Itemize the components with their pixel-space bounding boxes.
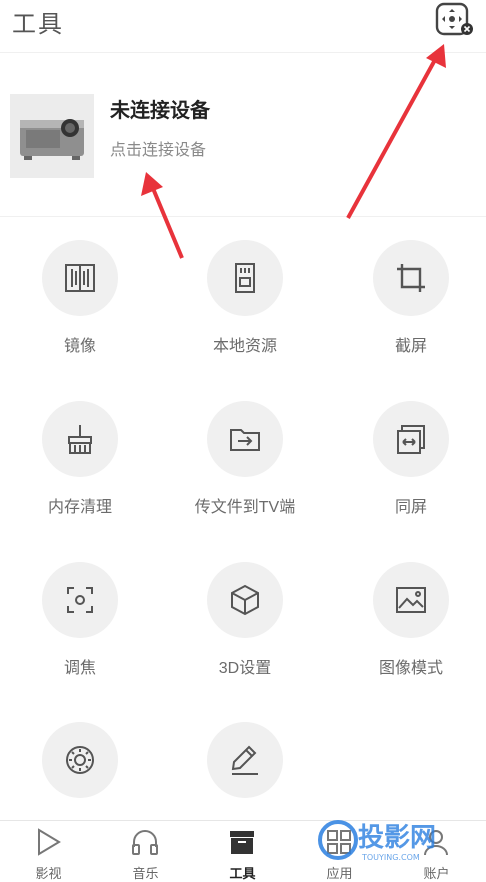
tool-focus[interactable]: 调焦 [0,562,160,712]
focus-icon [67,587,93,613]
watermark-icon: 投影网 TOUYING.COM [318,820,436,862]
watermark-text: 投影网 [358,823,436,853]
tool-label: 传文件到TV端 [194,499,296,516]
tool-local-resources[interactable]: 本地资源 [165,240,325,390]
broom-icon [68,425,92,454]
tab-label: 音乐 [132,866,159,881]
speaker-icon [66,746,94,774]
tab-label: 工具 [229,866,256,881]
mirror-icon [65,264,95,292]
sd-card-icon [235,263,255,293]
watermark-subtext: TOUYING.COM [361,853,420,862]
folder-transfer-icon [230,429,260,451]
crop-icon [397,264,425,292]
tool-screen-share[interactable]: 同屏 [331,401,486,551]
tool-image-mode[interactable]: 图像模式 [331,562,486,712]
tool-3d-settings[interactable]: 3D设置 [165,562,325,712]
headphones-icon [132,830,158,855]
cube-icon [231,584,259,616]
tab-tools[interactable]: 工具 [194,821,291,881]
tool-label: 图像模式 [378,660,443,677]
play-icon [38,828,61,856]
screen-mirror-icon [397,425,425,454]
tool-label: 本地资源 [212,338,277,355]
tab-music[interactable]: 音乐 [97,821,194,881]
tool-label: 3D设置 [218,660,272,677]
tool-grid: 镜像 本地资源 截屏 内存清理 传文件到TV端 同屏 调焦 3D设置 图像模式 [0,0,486,820]
tool-screenshot[interactable]: 截屏 [331,240,486,390]
tool-label: 同屏 [394,499,427,516]
tool-transfer-file[interactable]: 传文件到TV端 [165,401,325,551]
tool-label: 截屏 [394,338,427,355]
tool-mirror[interactable]: 镜像 [0,240,160,390]
tool-label: 镜像 [63,338,96,355]
tool-label: 内存清理 [47,499,112,516]
tool-memory-clean[interactable]: 内存清理 [0,401,160,551]
watermark-logo: 投影网 TOUYING.COM [314,814,474,870]
pen-icon [231,745,258,775]
toolbox-icon [230,831,254,854]
tab-label: 影视 [35,866,62,881]
image-icon [396,587,426,613]
tool-label: 调焦 [63,660,96,677]
tab-movies[interactable]: 影视 [0,821,97,881]
